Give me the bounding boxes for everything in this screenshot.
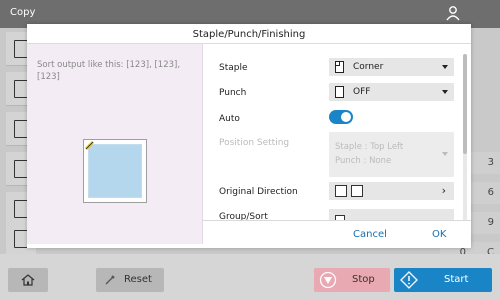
home-icon [21,274,35,286]
finishing-dialog: Staple/Punch/Finishing Sort output like … [27,24,471,248]
reset-button[interactable]: Reset [96,268,164,292]
start-button[interactable]: Start [394,268,492,292]
home-button[interactable] [8,268,48,292]
stop-label: Stop [352,274,375,285]
settings-list: Staple Corner Punch OFF Auto Position Se… [203,44,465,224]
dialog-title: Staple/Punch/Finishing [27,24,471,44]
keypad-key: 6 [468,182,500,204]
keypad-key: 9 [468,212,500,234]
stop-button[interactable]: Stop [314,268,390,292]
dialog-footer: Cancel OK [203,220,471,248]
auto-label: Auto [219,114,240,124]
keypad-key: 3 [468,152,500,174]
position-setting-label: Position Setting [219,138,290,148]
preview-page [88,144,142,198]
user-icon[interactable] [444,4,462,22]
chevron-right-icon: › [441,184,446,197]
dropdown-arrow-icon [442,65,448,69]
preview-paper [83,139,147,203]
dropdown-arrow-icon [442,152,448,156]
direction-landscape-icon [351,185,363,197]
bottom-bar: Reset Stop Start [0,254,500,300]
preview-pane: Sort output like this: [123], [123], [12… [27,44,203,244]
punch-dropdown[interactable]: OFF [329,83,454,101]
ok-button[interactable]: OK [432,229,446,240]
start-icon [400,271,418,289]
original-direction-label: Original Direction [219,187,298,197]
page-icon [335,86,344,98]
dropdown-arrow-icon [442,90,448,94]
original-direction-button[interactable]: › [329,182,454,200]
direction-portrait-icon [335,185,347,197]
punch-label: Punch [219,88,247,98]
stop-icon [319,271,337,289]
punch-value: OFF [353,87,371,97]
preview-description: Sort output like this: [123], [123], [12… [37,60,181,82]
staple-label: Staple [219,63,248,73]
position-staple-text: Staple : Top Left [335,142,404,152]
staple-corner-icon [335,61,344,73]
scrollbar-thumb[interactable] [463,54,467,154]
auto-toggle[interactable] [329,110,353,124]
reset-label: Reset [124,274,152,285]
app-title: Copy [10,7,36,18]
reset-icon [105,275,115,285]
position-punch-text: Punch : None [335,156,392,166]
toggle-knob [341,112,351,122]
staple-dropdown[interactable]: Corner [329,58,454,76]
staple-mark-icon [85,141,95,151]
staple-value: Corner [353,62,384,72]
cancel-button[interactable]: Cancel [353,229,387,240]
position-setting-field: Staple : Top Left Punch : None [329,132,454,177]
settings-scrollbar[interactable] [463,54,467,224]
start-label: Start [444,274,469,285]
